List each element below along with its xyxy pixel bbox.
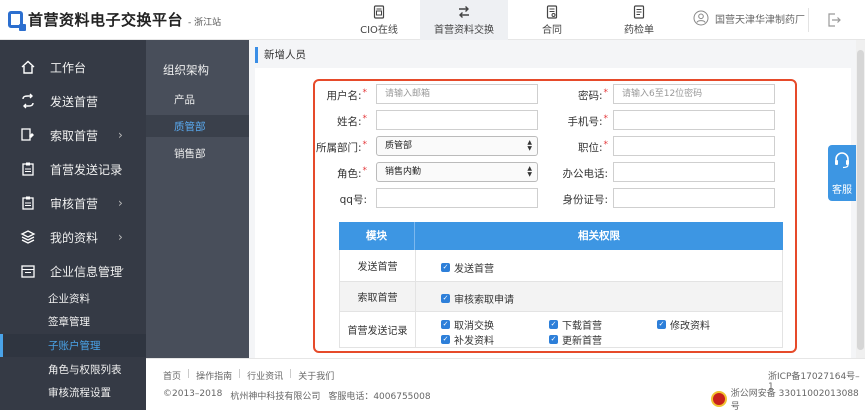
request-icon: [21, 128, 34, 141]
divider: |: [289, 369, 293, 379]
page-title: 新增人员: [255, 47, 306, 63]
sidebar-item-label: 工作台: [50, 60, 87, 75]
sidebar-sub-workflow[interactable]: 审核流程设置: [0, 381, 146, 404]
nav-label: 药检单: [624, 24, 654, 36]
org-item-sales[interactable]: 销售部: [146, 142, 249, 164]
sidebar-item-label: 发送首营: [50, 94, 99, 109]
logo-icon: [8, 11, 26, 31]
nav-contract[interactable]: 合同: [508, 0, 596, 40]
divider: |: [187, 369, 191, 379]
sidebar-item-send-records[interactable]: 首营发送记录 ›: [0, 152, 146, 186]
sidebar-item-label: 企业信息管理: [50, 264, 123, 279]
nav-cio-online[interactable]: CIO在线: [338, 0, 420, 40]
footer-link-home[interactable]: 首页: [163, 369, 181, 382]
layers-icon: [20, 230, 36, 244]
police-record-text: 浙公网安备 33011002013088号: [730, 389, 859, 410]
divider: [808, 8, 809, 32]
sidebar-item-send[interactable]: 发送首营: [0, 84, 146, 118]
contract-icon: [546, 4, 558, 19]
org-title: 组织架构: [163, 63, 209, 77]
company-name: 杭州神中科技有限公司: [230, 392, 321, 402]
nav-label: 合同: [542, 24, 562, 36]
app-title: 首营资料电子交换平台: [28, 11, 184, 29]
top-header: 首营资料电子交换平台 - 浙江站 CIO在线 首营资料交换 合同 药检单 国营天…: [0, 0, 865, 40]
sidebar-sub-seal-mgmt[interactable]: 签章管理: [0, 310, 146, 333]
home-icon: [21, 60, 35, 74]
chevron-down-icon: ⌄: [116, 260, 127, 274]
site-suffix: - 浙江站: [188, 17, 222, 28]
divider: |: [238, 369, 242, 379]
send-loop-icon: [22, 93, 34, 109]
sidebar-sub-company-info[interactable]: 企业资料: [0, 287, 146, 310]
sidebar-item-label: 索取首营: [50, 128, 99, 143]
sidebar-item-workbench[interactable]: 工作台: [0, 50, 146, 84]
user-name: 国营天津华津制药厂: [715, 14, 805, 26]
scrollbar-thumb[interactable]: [857, 50, 864, 350]
user-menu[interactable]: 国营天津华津制药厂: [693, 10, 805, 26]
footer-copyright: ©2013–2018 杭州神中科技有限公司 客服电话：4006755008: [163, 389, 431, 402]
org-item-quality[interactable]: 质管部: [146, 115, 249, 137]
sidebar-item-review[interactable]: 审核首营 ›: [0, 186, 146, 220]
highlight-frame: [313, 79, 797, 353]
chevron-right-icon: ›: [118, 196, 123, 210]
swap-arrows-icon: [459, 5, 469, 18]
chevron-right-icon: ›: [118, 162, 123, 176]
nav-exchange[interactable]: 首营资料交换: [420, 0, 508, 40]
app-logo[interactable]: 首营资料电子交换平台 - 浙江站: [8, 9, 222, 31]
clipboard-check-icon: [22, 196, 34, 210]
sidebar-item-request[interactable]: 索取首营 ›: [0, 118, 146, 152]
service-label: 客服: [832, 185, 852, 196]
nav-label: CIO在线: [360, 24, 398, 36]
org-item-product[interactable]: 产品: [146, 88, 249, 110]
chevron-right-icon: ›: [118, 128, 123, 142]
sidebar-item-my-docs[interactable]: 我的资料 ›: [0, 220, 146, 254]
sidebar-item-label: 我的资料: [50, 230, 99, 245]
user-avatar-icon: [693, 10, 709, 26]
top-nav: CIO在线 首营资料交换 合同 药检单: [338, 0, 682, 40]
nav-label: 首营资料交换: [434, 24, 494, 36]
document-icon: [373, 4, 385, 19]
footer-links: 首页 | 操作指南 | 行业资讯 | 关于我们: [163, 369, 334, 382]
logout-icon[interactable]: [826, 12, 842, 28]
nav-report[interactable]: 药检单: [596, 0, 682, 40]
sidebar: 工作台 发送首营 索取首营 › 首营发送记录 › 审核首营 › 我的资料 › 企…: [0, 40, 146, 410]
footer-link-guide[interactable]: 操作指南: [196, 369, 232, 382]
customer-service-button[interactable]: 客服: [828, 145, 856, 201]
sidebar-item-label: 审核首营: [50, 196, 99, 211]
footer-link-about[interactable]: 关于我们: [298, 369, 334, 382]
police-badge-icon: [711, 391, 727, 407]
sidebar-sub-roles[interactable]: 角色与权限列表: [0, 358, 146, 381]
sidebar-sub-subaccount[interactable]: 子账户管理: [0, 334, 146, 357]
footer-link-news[interactable]: 行业资讯: [247, 369, 283, 382]
hotline: 客服电话：4006755008: [328, 392, 431, 402]
police-record[interactable]: 浙公网安备 33011002013088号: [711, 386, 865, 410]
org-panel: 组织架构 产品 质管部 销售部: [146, 40, 249, 358]
copyright-years: ©2013–2018: [163, 389, 223, 399]
footer: 首页 | 操作指南 | 行业资讯 | 关于我们 ©2013–2018 杭州神中科…: [146, 358, 865, 410]
chevron-right-icon: ›: [118, 230, 123, 244]
headset-icon: [835, 152, 849, 169]
sidebar-item-enterprise[interactable]: 企业信息管理 ⌄: [0, 254, 146, 288]
clipboard-icon: [22, 162, 34, 176]
enterprise-icon: [21, 265, 35, 278]
report-icon: [633, 4, 645, 19]
sidebar-item-label: 首营发送记录: [50, 162, 123, 177]
